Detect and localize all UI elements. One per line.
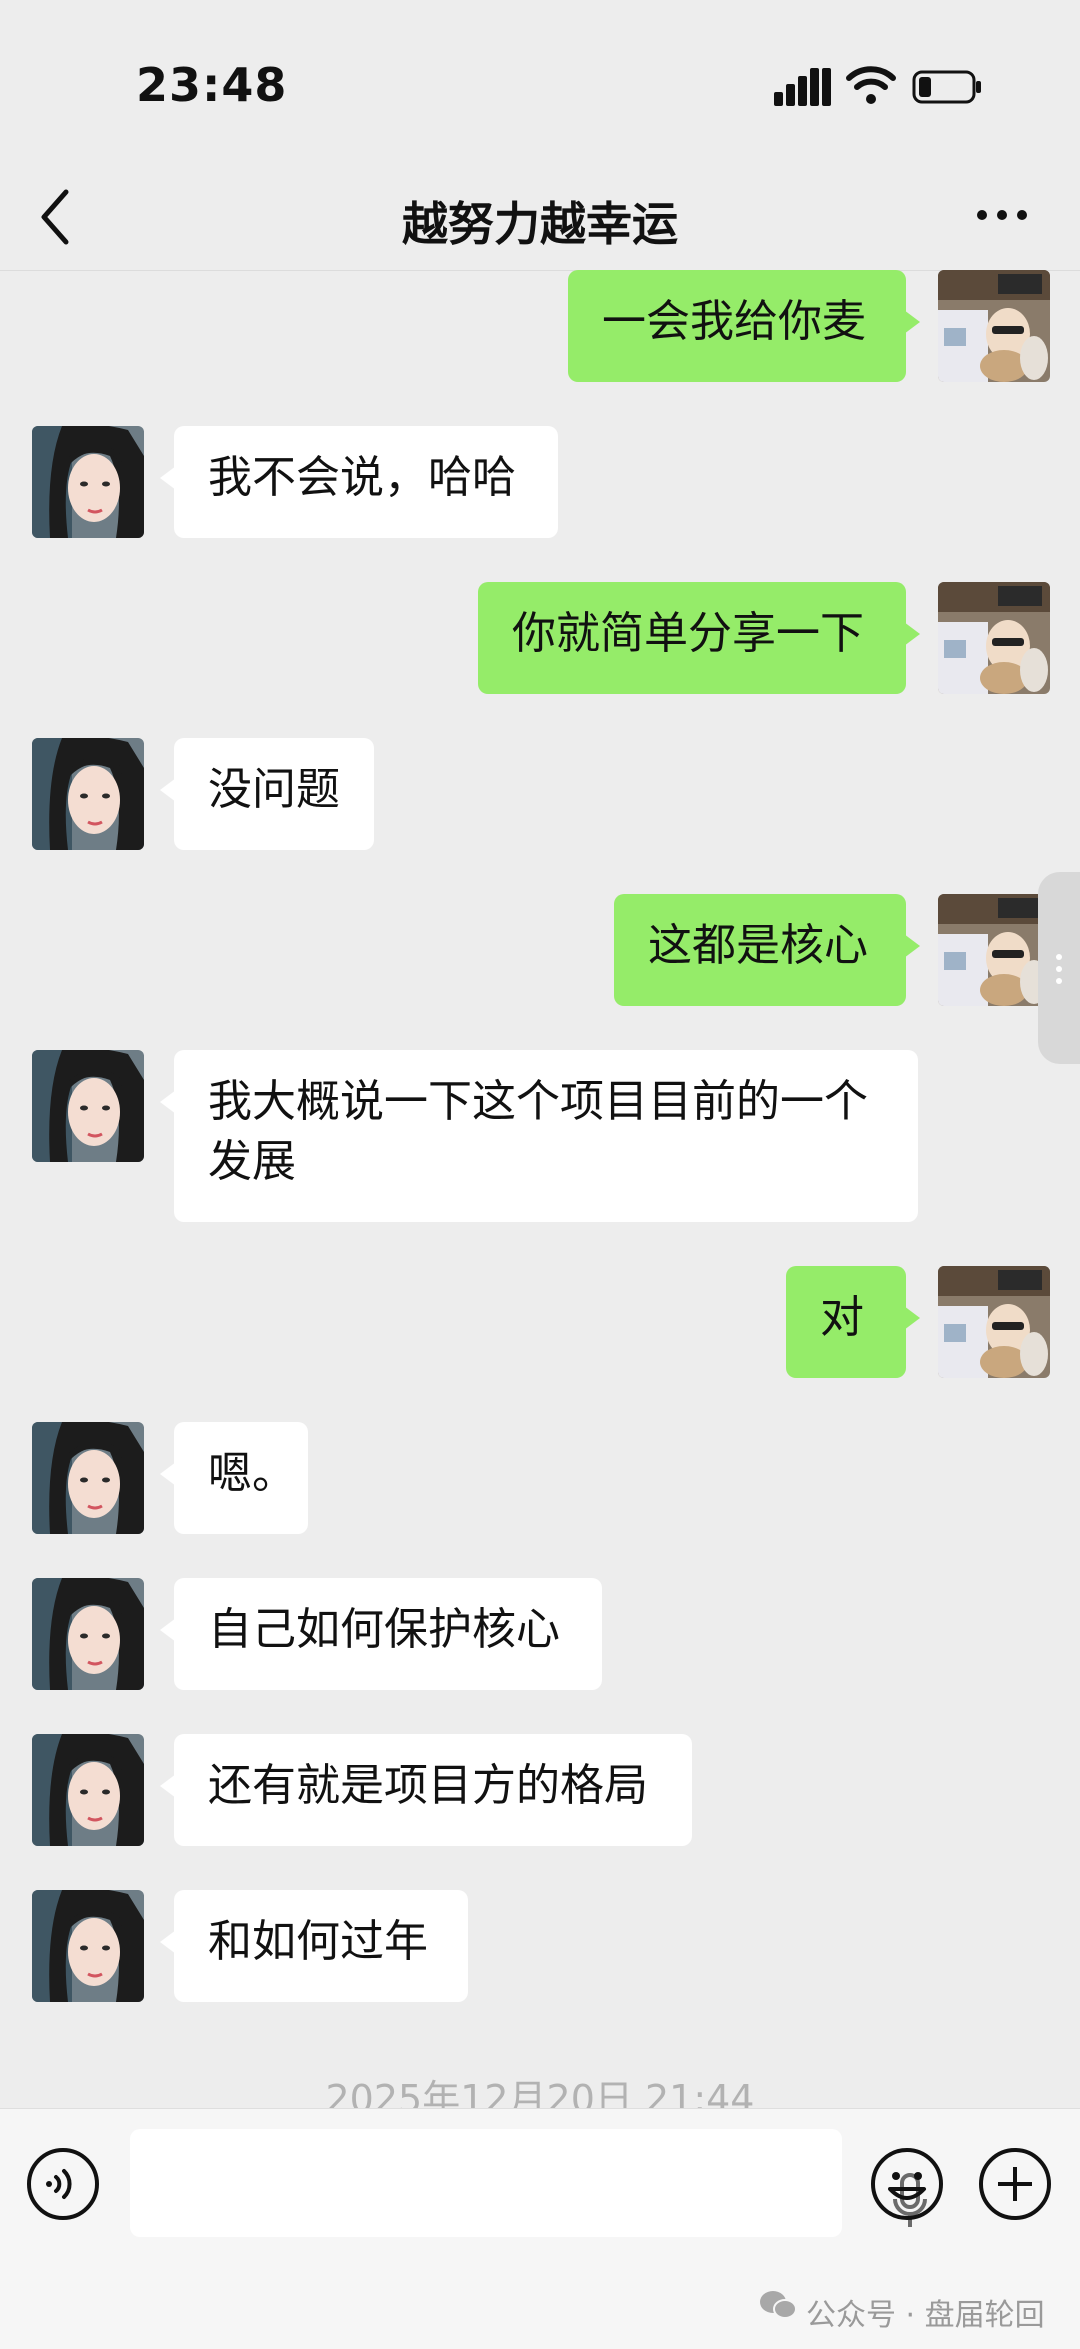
incoming-message-bubble[interactable]: 没问题 — [160, 738, 374, 850]
incoming-message-bubble[interactable]: 和如何过年 — [160, 1890, 468, 2002]
cellular-signal-icon — [774, 68, 831, 106]
status-bar: 23:48 — [0, 0, 1080, 170]
contact-avatar[interactable] — [32, 1578, 144, 1690]
outgoing-message-bubble[interactable]: 这都是核心 — [614, 894, 920, 1006]
my-avatar[interactable] — [938, 1266, 1050, 1378]
incoming-message-bubble[interactable]: 还有就是项目方的格局 — [160, 1734, 692, 1846]
wechat-logo-icon — [760, 2291, 797, 2319]
my-avatar[interactable] — [938, 582, 1050, 694]
outgoing-message-bubble[interactable]: 一会我给你麦 — [568, 270, 920, 382]
contact-avatar[interactable] — [32, 1422, 144, 1534]
outgoing-message-bubble[interactable]: 你就简单分享一下 — [478, 582, 920, 694]
incoming-message-bubble[interactable]: 我不会说，哈哈 — [160, 426, 558, 538]
side-scroll-handle[interactable] — [1038, 872, 1080, 1064]
status-time: 23:48 — [136, 58, 288, 112]
contact-avatar[interactable] — [32, 1050, 144, 1162]
contact-avatar[interactable] — [32, 1734, 144, 1846]
battery-icon — [912, 70, 981, 104]
incoming-message-bubble[interactable]: 自己如何保护核心 — [160, 1578, 602, 1690]
voice-input-icon[interactable] — [26, 2147, 100, 2221]
incoming-message-bubble[interactable]: 我大概说一下这个项目目前的一个发展 — [160, 1050, 918, 1222]
message-input[interactable] — [130, 2129, 927, 2237]
incoming-message-bubble[interactable]: 嗯。 — [160, 1422, 308, 1534]
emoji-icon[interactable] — [870, 2147, 944, 2221]
watermark-text: 公众号 · 盘届轮回 — [806, 2298, 1045, 2333]
contact-avatar[interactable] — [32, 1890, 144, 2002]
contact-avatar[interactable] — [32, 738, 144, 850]
plus-icon[interactable] — [978, 2147, 1052, 2221]
outgoing-message-bubble[interactable]: 对 — [786, 1266, 920, 1378]
chat-title: 越努力越幸运 — [402, 197, 678, 251]
contact-avatar[interactable] — [32, 426, 144, 538]
wifi-icon — [846, 66, 896, 104]
more-options-icon[interactable] — [974, 200, 1030, 230]
chat-header: 越努力越幸运 — [0, 170, 1080, 271]
my-avatar[interactable] — [938, 270, 1050, 382]
my-avatar[interactable] — [938, 894, 1050, 1006]
